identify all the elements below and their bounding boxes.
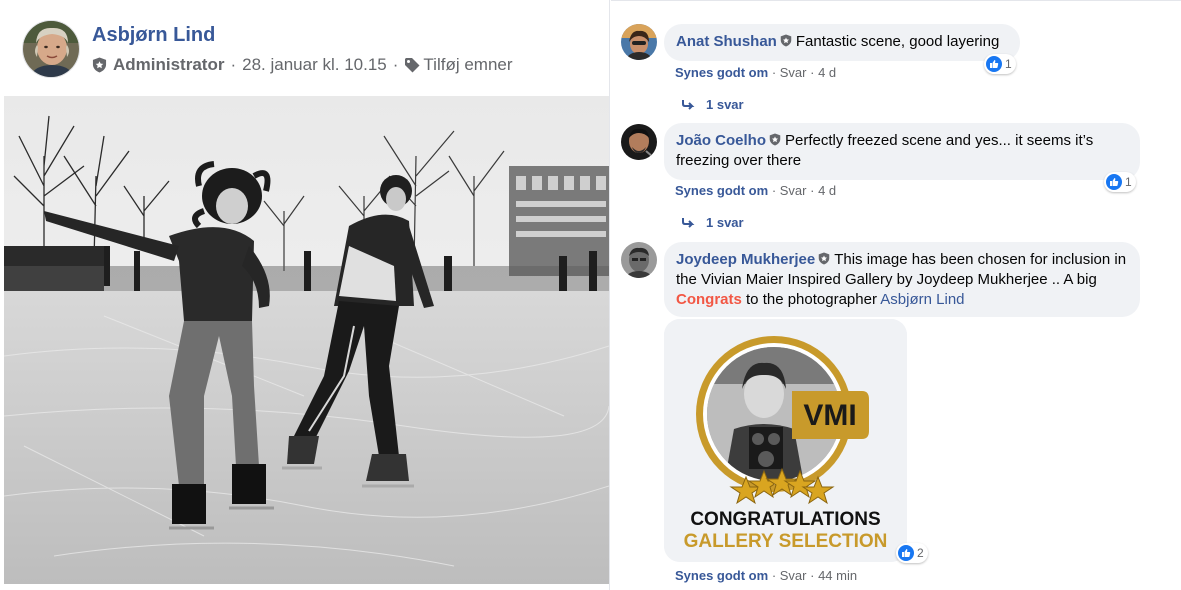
post-meta: Administrator · 28. januar kl. 10.15 · T… [92,55,513,75]
post-panel: Asbjørn Lind Administrator · 28. januar … [0,0,610,590]
vmi-logo-text: VMI [803,399,856,432]
like-link[interactable]: Synes godt om [675,65,768,80]
comment-author-link[interactable]: João Coelho [676,132,766,149]
author-avatar[interactable] [22,20,80,78]
badge-line-2: GALLERY SELECTION [683,531,888,552]
action-dot: · [771,183,780,198]
reaction-count-badge[interactable]: 1 [1104,172,1136,192]
person-avatar-icon [23,21,79,77]
action-dot: · [810,183,819,198]
replies-count-label: 1 svar [706,97,744,112]
comment-bubble: João Coelho Perfectly freezed scene and y… [664,123,1140,180]
commenter-avatar[interactable] [621,124,657,160]
reaction-count-badge[interactable]: 2 [896,543,928,563]
comment-time[interactable]: 4 d [818,65,836,80]
reply-arrow-icon [682,99,695,110]
action-dot: · [771,65,780,80]
action-dot: · [771,568,780,583]
comment-actions: Synes godt om · Svar · 4 d [675,65,836,80]
view-replies-link[interactable]: 1 svar [682,97,744,112]
badge-line-1: CONGRATULATIONS [690,509,881,530]
like-thumb-icon [1106,174,1122,190]
action-dot: · [810,65,819,80]
reply-link[interactable]: Svar [780,65,807,80]
comment-bubble: Joydeep Mukherjee This image has been cho… [664,242,1140,317]
comment-author-link[interactable]: Joydeep Mukherjee [676,251,815,268]
comments-panel: Anat Shushan Fantastic scene, good layeri… [611,0,1181,590]
like-link[interactable]: Synes godt om [675,568,768,583]
comment-author-link[interactable]: Anat Shushan [676,33,777,50]
gallery-selection-image[interactable]: VMI CONGRATULATIONS GALLERY SELECTION [664,319,907,562]
like-thumb-icon [898,545,914,561]
comment-bubble: Anat Shushan Fantastic scene, good layeri… [664,24,1020,61]
meta-separator-2: · [392,55,399,74]
comment-time[interactable]: 44 min [818,568,857,583]
comment-text-middle: to the photographer [746,291,877,308]
comment-actions: Synes godt om · Svar · 44 min [675,568,857,583]
like-link[interactable]: Synes godt om [675,183,768,198]
congrats-highlight: Congrats [676,291,742,308]
comment-time[interactable]: 4 d [818,183,836,198]
reply-arrow-icon [682,217,695,228]
person-avatar-icon [621,24,657,60]
commenter-avatar[interactable] [621,242,657,278]
replies-count-label: 1 svar [706,215,744,230]
photo-bw-skaters-icon [4,96,609,584]
commenter-avatar[interactable] [621,24,657,60]
add-topics-link[interactable]: Tilføj emner [404,55,513,75]
comment-actions: Synes godt om · Svar · 4 d [675,183,836,198]
reaction-count-badge[interactable]: 1 [984,54,1016,74]
action-dot: · [810,568,819,583]
comment-text: Fantastic scene, good layering [795,33,1000,50]
view-replies-link[interactable]: 1 svar [682,215,744,230]
admin-shield-icon [780,34,792,47]
admin-shield-icon [92,57,107,73]
reaction-count: 1 [1125,175,1132,189]
admin-shield-icon [769,133,781,146]
reply-link[interactable]: Svar [780,183,807,198]
meta-separator: · [230,55,237,74]
tag-icon [405,58,420,73]
add-topics-label: Tilføj emner [423,55,513,74]
reaction-count: 2 [917,546,924,560]
admin-shield-icon [818,252,830,265]
person-avatar-icon [621,124,657,160]
reaction-count: 1 [1005,57,1012,71]
mention-link[interactable]: Asbjørn Lind [880,291,964,308]
post-photo[interactable] [4,96,609,584]
person-avatar-icon [621,242,657,278]
like-thumb-icon [986,56,1002,72]
reply-link[interactable]: Svar [780,568,807,583]
author-name-link[interactable]: Asbjørn Lind [92,24,215,47]
post-timestamp-link[interactable]: 28. januar kl. 10.15 [242,55,387,75]
admin-badge-label: Administrator [113,55,225,74]
